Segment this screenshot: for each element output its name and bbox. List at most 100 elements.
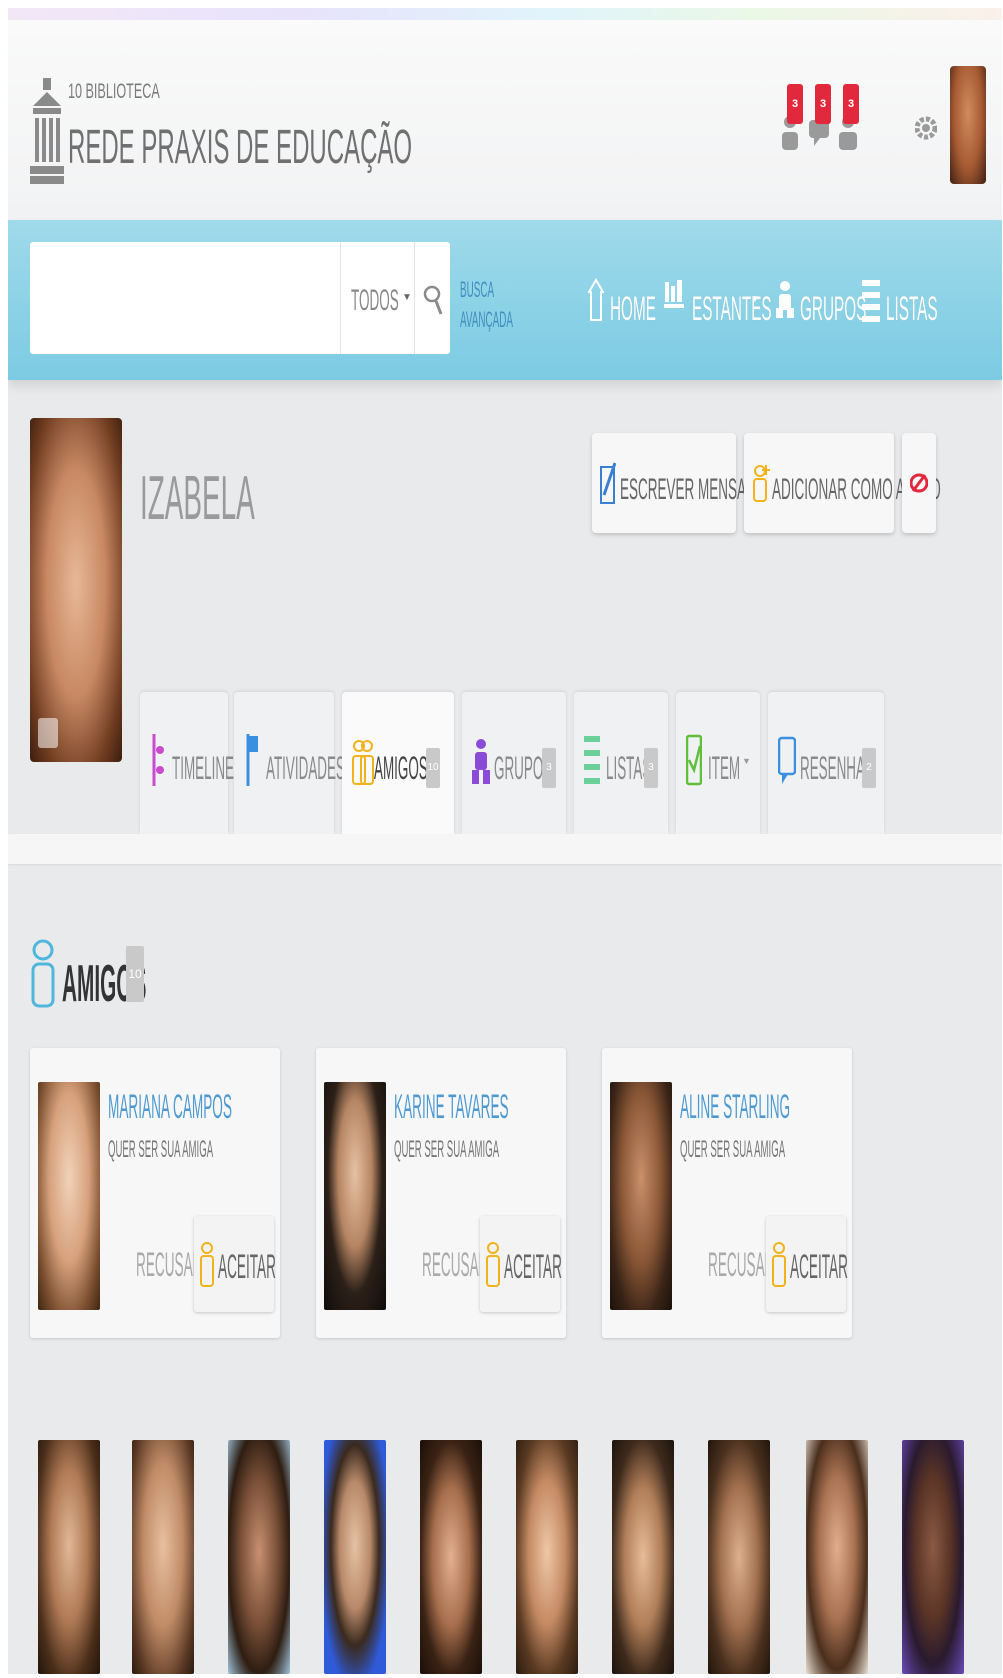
gear-icon[interactable] xyxy=(915,108,937,148)
groups-badge: 3 xyxy=(843,84,859,124)
search-input[interactable] xyxy=(30,242,340,354)
camera-icon[interactable] xyxy=(38,718,58,748)
friend-photo[interactable] xyxy=(228,1440,290,1674)
current-user-avatar[interactable] xyxy=(950,66,986,184)
nav-home[interactable]: HOME xyxy=(588,260,656,340)
logo-subtitle: 10 BIBLIOTECA xyxy=(68,80,160,103)
friend-photo[interactable] xyxy=(420,1440,482,1674)
accept-button[interactable]: ACEITAR xyxy=(194,1216,276,1312)
friend-request-name[interactable]: MARIANA CAMPOS xyxy=(108,1088,232,1127)
friend-request-name[interactable]: KARINE TAVARES xyxy=(394,1088,509,1127)
timeline-icon xyxy=(152,734,164,786)
list-icon xyxy=(584,736,600,784)
tab-item[interactable]: ITEM ▼ xyxy=(676,692,760,834)
advanced-search-line1: BUSCA xyxy=(460,277,495,302)
profile-name: IZABELA xyxy=(140,464,255,533)
rainbow-strip xyxy=(8,8,1002,20)
friend-photo[interactable] xyxy=(708,1440,770,1674)
tab-atividades[interactable]: ATIVIDADES xyxy=(234,692,345,834)
logo-title: REDE PRAXIS DE EDUCAÇÃO xyxy=(68,121,413,174)
group-icon xyxy=(472,739,490,784)
item-check-icon xyxy=(686,734,702,786)
home-icon xyxy=(588,278,604,321)
add-friend-icon xyxy=(200,1242,214,1287)
tab-listas[interactable]: LISTAS 3 xyxy=(574,692,668,834)
chevron-down-icon: ▼ xyxy=(750,294,760,305)
chevron-down-icon: ▼ xyxy=(402,292,412,303)
nav-listas[interactable]: LISTAS xyxy=(862,260,938,340)
refuse-button[interactable]: RECUSAR xyxy=(136,1246,203,1285)
tab-listas-count: 3 xyxy=(644,748,658,788)
chevron-down-icon: ▼ xyxy=(742,756,751,766)
friend-photo[interactable] xyxy=(902,1440,964,1674)
refuse-button[interactable]: RECUSAR xyxy=(422,1246,489,1285)
accept-label: ACEITAR xyxy=(218,1248,276,1286)
block-user-button[interactable] xyxy=(902,433,936,533)
friend-requests-badge: 3 xyxy=(787,84,803,124)
edit-icon xyxy=(600,462,616,504)
friends-section-count: 10 xyxy=(126,946,144,1002)
refuse-button[interactable]: RECUSAR xyxy=(708,1246,775,1285)
write-message-button[interactable]: ESCREVER MENSAGEM xyxy=(592,433,777,533)
bookshelf-icon xyxy=(664,280,684,308)
search-scope-select[interactable]: TODOS ▼ xyxy=(340,242,414,354)
friend-photo[interactable] xyxy=(132,1440,194,1674)
search-icon xyxy=(423,285,443,315)
notification-groups[interactable]: 3 xyxy=(836,84,866,154)
tab-resenhas-count: 2 xyxy=(862,748,876,788)
tab-amigos-count: 10 xyxy=(426,748,440,788)
friend-photo[interactable] xyxy=(516,1440,578,1674)
friend-photo[interactable] xyxy=(612,1440,674,1674)
tab-item-label: ITEM xyxy=(708,750,741,786)
add-friend-icon xyxy=(772,1242,786,1287)
profile-photo xyxy=(30,418,122,762)
add-friend-button[interactable]: ADICIONAR COMO AMIGO xyxy=(744,433,941,533)
nav-grupos-label: GRUPOS xyxy=(800,290,867,328)
review-icon xyxy=(778,736,796,784)
nav-home-label: HOME xyxy=(610,290,656,328)
tab-resenhas[interactable]: RESENHAS 2 xyxy=(768,692,884,834)
advanced-search-line2: AVANÇADA xyxy=(460,307,514,332)
tab-atividades-label: ATIVIDADES xyxy=(266,750,345,786)
friend-request-photo[interactable] xyxy=(324,1082,386,1310)
friend-request-message: QUER SER SUA AMIGA xyxy=(394,1136,500,1163)
search-scope-value: TODOS xyxy=(351,284,399,317)
friend-request-card: ALINE STARLING QUER SER SUA AMIGA RECUSA… xyxy=(602,1048,852,1338)
friend-icon xyxy=(31,939,55,1008)
page: 10 BIBLIOTECA REDE PRAXIS DE EDUCAÇÃO 3 … xyxy=(8,8,1002,1674)
nav-grupos[interactable]: GRUPOS xyxy=(776,260,866,340)
add-friend-icon xyxy=(486,1242,500,1287)
friend-request-photo[interactable] xyxy=(38,1082,100,1310)
activity-icon xyxy=(246,734,258,786)
messages-badge: 3 xyxy=(815,84,831,124)
list-icon xyxy=(862,280,880,322)
friend-request-photo[interactable] xyxy=(610,1082,672,1310)
advanced-search-link[interactable]: BUSCA AVANÇADA xyxy=(460,275,513,335)
library-logo-icon xyxy=(30,78,64,184)
tab-amigos[interactable]: AMIGOS 10 xyxy=(342,692,454,834)
friend-request-message: QUER SER SUA AMIGA xyxy=(108,1136,214,1163)
friend-photo[interactable] xyxy=(806,1440,868,1674)
notification-messages[interactable]: 3 xyxy=(808,84,838,154)
tab-timeline[interactable]: TIMELINE xyxy=(140,692,234,834)
add-friend-icon xyxy=(753,465,770,502)
friend-request-message: QUER SER SUA AMIGA xyxy=(680,1136,786,1163)
accept-label: ACEITAR xyxy=(504,1248,562,1286)
tab-grupos-count: 3 xyxy=(542,748,556,788)
friends-icon xyxy=(352,740,374,785)
friend-photo[interactable] xyxy=(38,1440,100,1674)
accept-button[interactable]: ACEITAR xyxy=(480,1216,562,1312)
friend-request-name[interactable]: ALINE STARLING xyxy=(680,1088,790,1127)
friend-request-card: MARIANA CAMPOS QUER SER SUA AMIGA RECUSA… xyxy=(30,1048,280,1338)
search-button[interactable] xyxy=(414,242,450,354)
friend-photo[interactable] xyxy=(324,1440,386,1674)
nav-estantes[interactable]: ESTANTES ▼ xyxy=(664,260,772,340)
notification-friend-requests[interactable]: 3 xyxy=(780,84,810,154)
accept-button[interactable]: ACEITAR xyxy=(766,1216,848,1312)
main-navbar: TODOS ▼ BUSCA AVANÇADA HOME ESTANTES ▼ G… xyxy=(8,220,1002,380)
block-icon xyxy=(910,473,928,493)
accept-label: ACEITAR xyxy=(790,1248,848,1286)
search-box: TODOS ▼ xyxy=(30,242,450,354)
nav-listas-label: LISTAS xyxy=(886,290,938,328)
tab-grupos[interactable]: GRUPOS 3 xyxy=(462,692,566,834)
